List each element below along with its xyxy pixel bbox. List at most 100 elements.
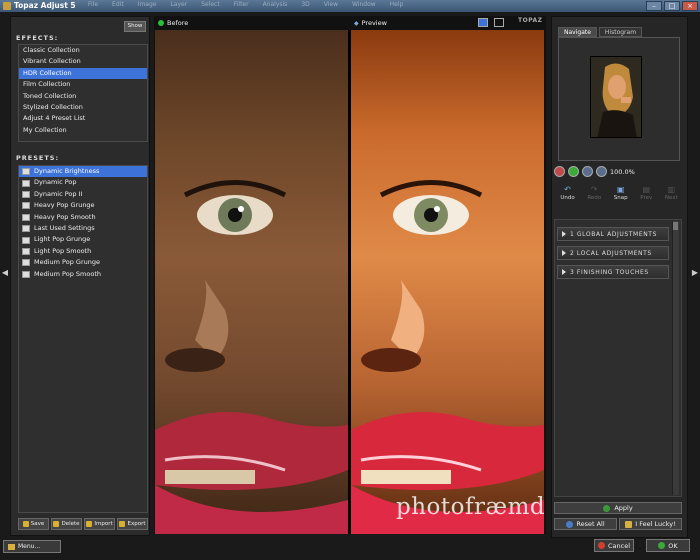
effect-item[interactable]: Classic Collection xyxy=(19,45,147,56)
expand-arrow-icon xyxy=(562,250,566,256)
scrollbar-thumb[interactable] xyxy=(673,222,678,230)
presets-title: PRESETS: xyxy=(16,154,60,162)
cancel-button[interactable]: Cancel xyxy=(594,539,634,552)
zoom-fit-icon[interactable] xyxy=(582,166,593,177)
adjustment-label: 2 LOCAL ADJUSTMENTS xyxy=(570,249,652,257)
redo-icon: ↷ xyxy=(590,185,598,194)
preview-header[interactable]: ◆ Preview xyxy=(354,16,387,30)
before-header[interactable]: Before xyxy=(158,16,188,30)
effect-item[interactable]: My Collection xyxy=(19,125,147,136)
tab-navigate[interactable]: Navigate xyxy=(558,27,597,37)
zoom-out-icon[interactable] xyxy=(554,166,565,177)
preset-thumbnail-icon xyxy=(22,202,30,210)
single-view-icon[interactable] xyxy=(478,18,488,27)
preset-item[interactable]: Last Used Settings xyxy=(19,223,147,234)
next-icon: ▥ xyxy=(667,185,676,194)
title-bar: Topaz Adjust 5 File Edit Image Layer Select F… xyxy=(0,0,700,12)
undo-icon: ↶ xyxy=(564,185,571,194)
preset-item[interactable]: Medium Pop Smooth xyxy=(19,269,147,280)
adjustment-label: 1 GLOBAL ADJUSTMENTS xyxy=(570,230,657,238)
delete-icon xyxy=(53,521,60,527)
preset-item[interactable]: Medium Pop Grunge xyxy=(19,257,147,268)
history-label: Redo xyxy=(587,195,602,201)
navigator-thumbnail[interactable] xyxy=(590,56,642,138)
host-menu-bar: File Edit Image Layer Select Filter Analysis 3D… xyxy=(88,1,417,8)
host-menu-item: Analysis xyxy=(262,1,288,8)
minimize-button[interactable]: – xyxy=(646,1,662,11)
collapse-right-icon[interactable]: ▶ xyxy=(691,268,699,280)
preview-image[interactable] xyxy=(351,30,544,534)
preset-item[interactable]: Light Pop Grunge xyxy=(19,234,147,245)
close-button[interactable]: × xyxy=(682,1,698,11)
preset-item[interactable]: Dynamic Brightness xyxy=(19,166,147,178)
show-button[interactable]: Show xyxy=(124,21,146,32)
effect-item[interactable]: Film Collection xyxy=(19,79,147,90)
undo-button[interactable]: ↶ Undo xyxy=(560,185,575,202)
host-menu-item: View xyxy=(323,1,338,8)
redo-button[interactable]: ↷ Redo xyxy=(587,185,602,202)
host-menu-item: File xyxy=(88,1,99,8)
preset-label: Medium Pop Smooth xyxy=(34,269,101,278)
tab-histogram[interactable]: Histogram xyxy=(598,27,643,37)
effect-item[interactable]: Toned Collection xyxy=(19,91,147,102)
feel-lucky-button[interactable]: I Feel Lucky! xyxy=(619,518,682,530)
effect-item[interactable]: Vibrant Collection xyxy=(19,56,147,67)
navigator-tabs: Navigate Histogram xyxy=(558,27,643,37)
preset-item[interactable]: Dynamic Pop xyxy=(19,177,147,188)
view-mode-toggles xyxy=(478,18,504,27)
ok-button[interactable]: OK xyxy=(646,539,690,552)
effect-item[interactable]: Adjust 4 Preset List xyxy=(19,113,147,124)
maximize-button[interactable]: □ xyxy=(664,1,680,11)
split-view-icon[interactable] xyxy=(494,18,504,27)
preset-thumbnail-icon xyxy=(22,270,30,278)
preset-label: Medium Pop Grunge xyxy=(34,258,100,267)
zoom-controls: 100.0% xyxy=(554,166,635,177)
preset-item[interactable]: Light Pop Smooth xyxy=(19,246,147,257)
preset-label: Dynamic Brightness xyxy=(34,167,100,175)
zoom-level: 100.0% xyxy=(610,167,635,176)
preset-buttons: Save Delete Import Export xyxy=(18,518,148,530)
export-button[interactable]: Export xyxy=(117,518,148,530)
preset-thumbnail-icon xyxy=(22,168,30,176)
preset-item[interactable]: Heavy Pop Grunge xyxy=(19,200,147,211)
prev-icon: ▤ xyxy=(642,185,651,194)
window-title: Topaz Adjust 5 xyxy=(14,1,76,10)
effect-item[interactable]: HDR Collection xyxy=(19,67,147,80)
host-menu-item: Edit xyxy=(112,1,124,8)
host-menu-item: Image xyxy=(137,1,157,8)
history-label: Snap xyxy=(613,195,628,201)
adjustment-section-2[interactable]: 2 LOCAL ADJUSTMENTS xyxy=(557,246,669,260)
collapse-left-icon[interactable]: ◀ xyxy=(1,268,9,280)
export-icon xyxy=(119,521,126,527)
effect-item[interactable]: Stylized Collection xyxy=(19,102,147,113)
save-button[interactable]: Save xyxy=(18,518,49,530)
preset-label: Heavy Pop Grunge xyxy=(34,201,95,210)
next-button[interactable]: ▥ Next xyxy=(665,185,678,202)
apply-button[interactable]: Apply xyxy=(554,502,682,514)
preset-thumbnail-icon xyxy=(22,247,30,255)
history-label: Prev xyxy=(640,195,653,201)
preset-label: Heavy Pop Smooth xyxy=(34,212,96,221)
adjustments-area xyxy=(554,219,682,497)
snap-button[interactable]: ▣ Snap xyxy=(613,185,628,202)
adjustment-section-3[interactable]: 3 FINISHING TOUCHES xyxy=(557,265,669,279)
before-dot-icon xyxy=(158,20,164,26)
import-button[interactable]: Import xyxy=(84,518,115,530)
zoom-actual-icon[interactable] xyxy=(596,166,607,177)
before-image[interactable] xyxy=(155,30,348,534)
preset-item[interactable]: Heavy Pop Smooth xyxy=(19,212,147,223)
adjustment-label: 3 FINISHING TOUCHES xyxy=(570,268,649,276)
snap-icon: ▣ xyxy=(616,185,625,194)
reset-all-button[interactable]: Reset All xyxy=(554,518,617,530)
prev-button[interactable]: ▤ Prev xyxy=(640,185,653,202)
menu-button[interactable]: Menu... xyxy=(3,540,61,553)
history-label: Undo xyxy=(560,195,575,201)
adjustments-scrollbar[interactable] xyxy=(672,221,679,495)
zoom-in-icon[interactable] xyxy=(568,166,579,177)
delete-button[interactable]: Delete xyxy=(51,518,82,530)
preset-thumbnail-icon xyxy=(22,190,30,198)
preset-item[interactable]: Dynamic Pop II xyxy=(19,189,147,200)
preset-label: Light Pop Smooth xyxy=(34,246,92,255)
adjustment-section-1[interactable]: 1 GLOBAL ADJUSTMENTS xyxy=(557,227,669,241)
apply-icon xyxy=(603,504,611,512)
